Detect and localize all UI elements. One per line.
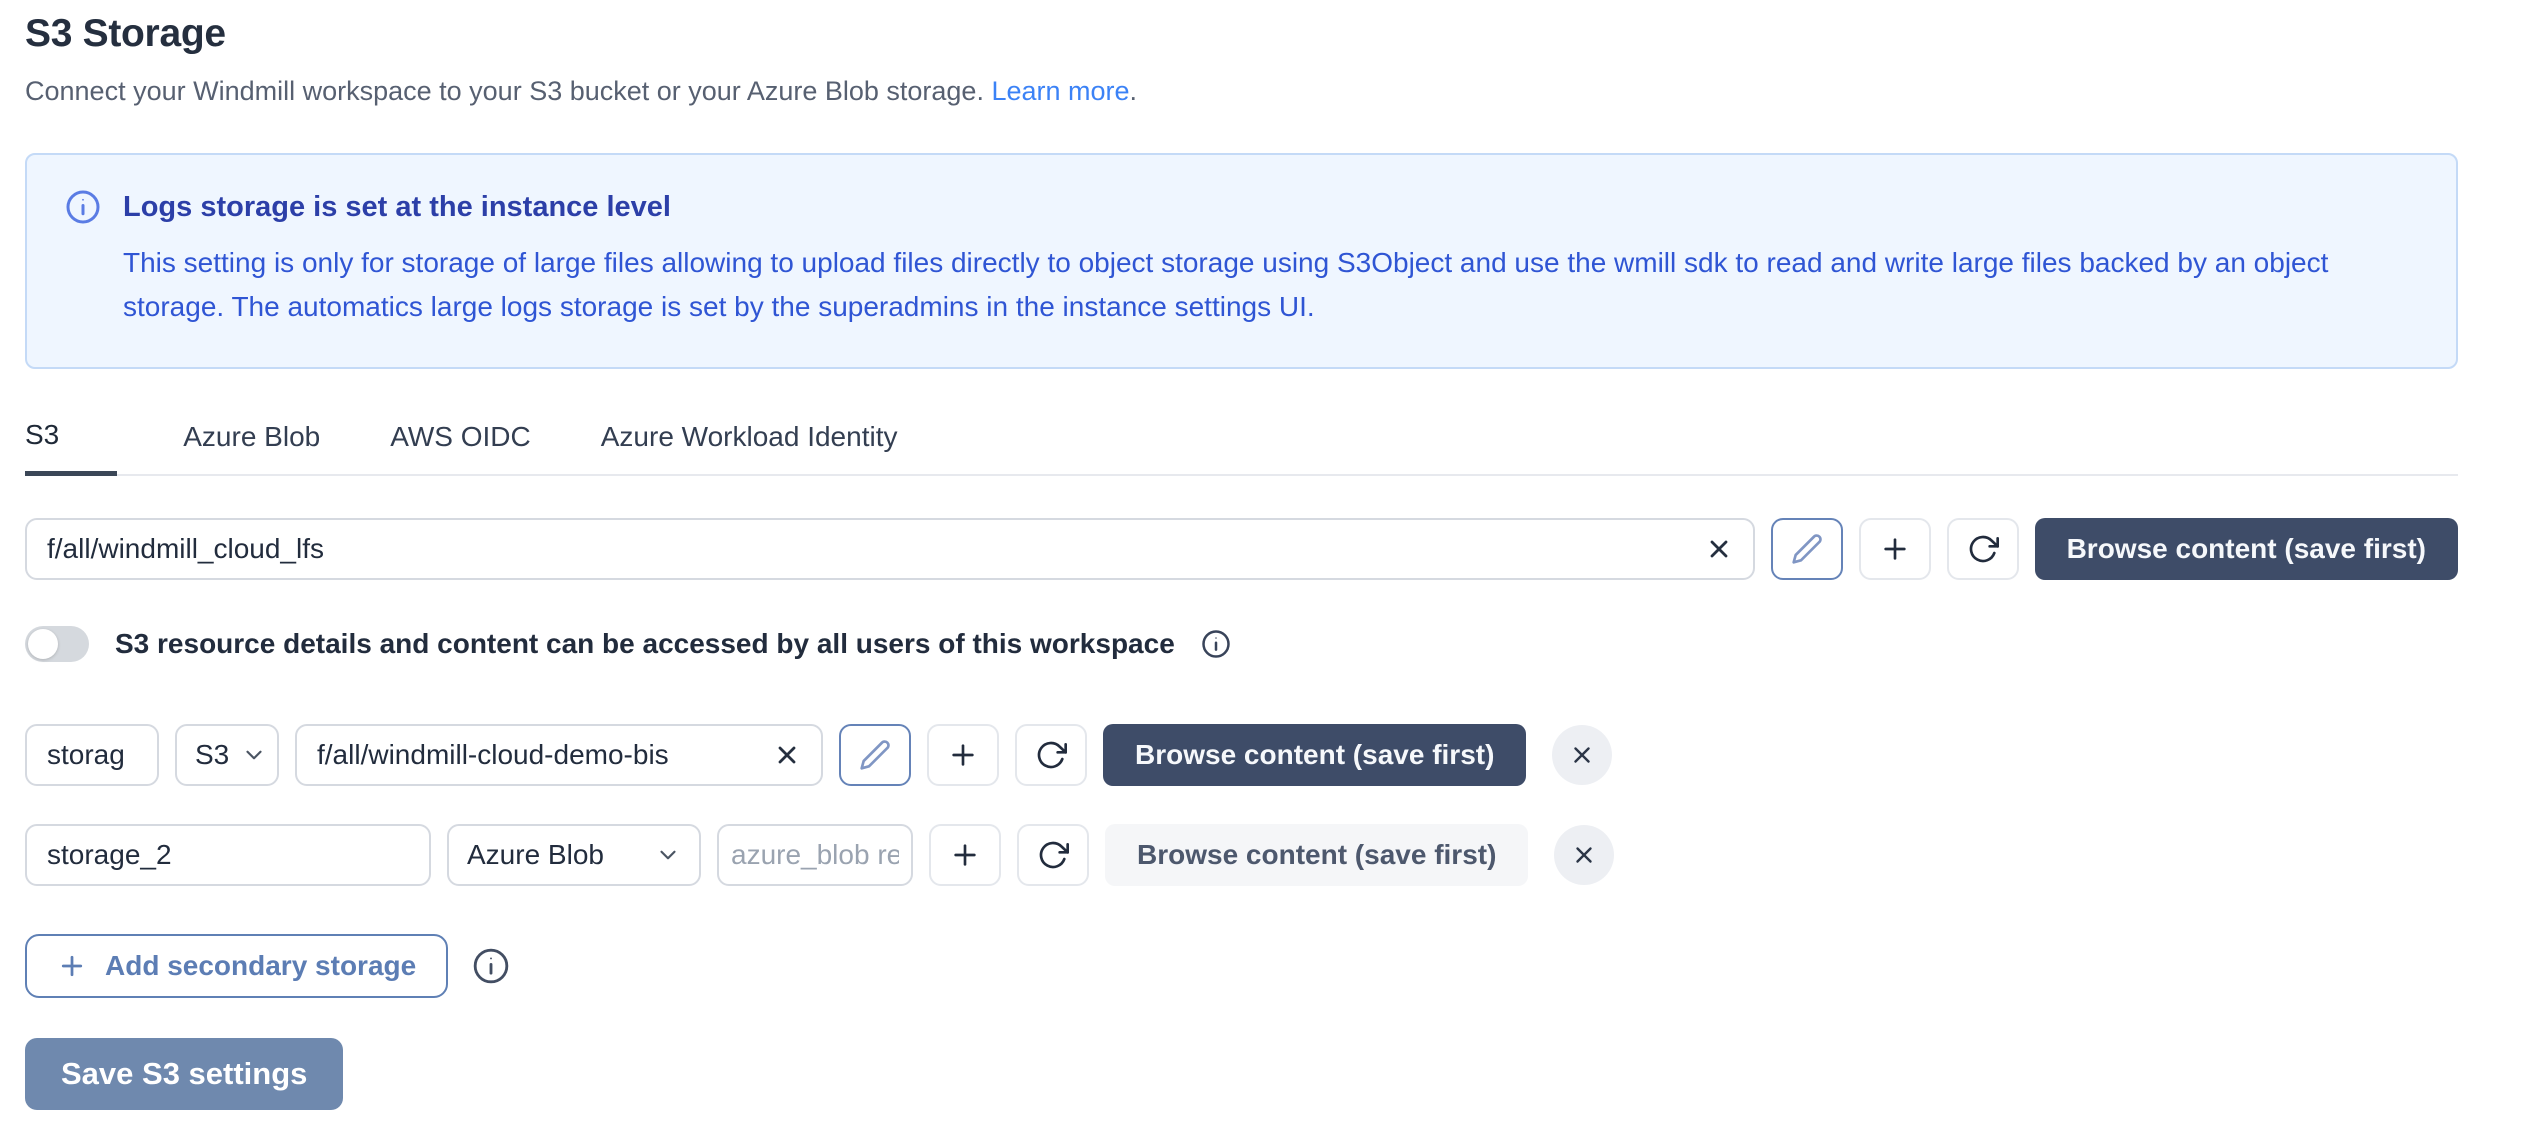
secondary-storage-row-2: Azure Blob Browse content (save first) <box>25 824 2458 886</box>
tab-azure-workload-identity[interactable]: Azure Workload Identity <box>601 419 902 474</box>
plus-icon <box>947 739 979 771</box>
plus-icon <box>1879 533 1911 565</box>
plus-icon <box>57 951 87 981</box>
edit-primary-resource-button[interactable] <box>1771 518 1843 580</box>
alert-title: Logs storage is set at the instance leve… <box>123 191 671 224</box>
pencil-icon <box>859 739 891 771</box>
secondary-1-resource-field <box>295 724 823 786</box>
x-clear-icon <box>1705 535 1733 563</box>
s3-storage-settings-page: S3 Storage Connect your Windmill workspa… <box>0 0 2530 1110</box>
tab-s3[interactable]: S3 <box>25 419 117 476</box>
description-text: Connect your Windmill workspace to your … <box>25 76 984 106</box>
toggle-knob <box>28 629 58 659</box>
alert-body: This setting is only for storage of larg… <box>123 241 2418 329</box>
storage-type-tabs: S3 Azure Blob AWS OIDC Azure Workload Id… <box>25 419 2458 476</box>
add-secondary-2-resource-button[interactable] <box>929 824 1001 886</box>
edit-secondary-1-resource-button[interactable] <box>839 724 911 786</box>
clear-secondary-1-resource-button[interactable] <box>769 737 805 773</box>
workspace-access-row: S3 resource details and content can be a… <box>25 626 2458 662</box>
refresh-icon <box>1967 533 1999 565</box>
secondary-2-name-input[interactable] <box>25 824 431 886</box>
refresh-icon <box>1037 839 1069 871</box>
remove-secondary-2-button[interactable] <box>1554 825 1614 885</box>
page-title: S3 Storage <box>25 12 2458 56</box>
x-remove-icon <box>1571 842 1597 868</box>
secondary-storage-info-icon <box>472 947 510 985</box>
clear-primary-resource-button[interactable] <box>1701 531 1737 567</box>
plus-icon <box>949 839 981 871</box>
learn-more-link[interactable]: Learn more <box>991 76 1129 106</box>
info-icon <box>65 189 101 225</box>
description-period: . <box>1130 76 1138 106</box>
secondary-storage-row-1: S3 <box>25 724 2458 786</box>
secondary-2-resource-input[interactable] <box>717 824 913 886</box>
logs-storage-alert: Logs storage is set at the instance leve… <box>25 153 2458 369</box>
secondary-1-name-input[interactable] <box>25 724 159 786</box>
secondary-2-resource-field <box>717 824 913 886</box>
browse-content-primary-button[interactable]: Browse content (save first) <box>2035 518 2458 580</box>
pencil-icon <box>1791 533 1823 565</box>
x-clear-icon <box>773 741 801 769</box>
page-description: Connect your Windmill workspace to your … <box>25 76 2458 107</box>
add-secondary-1-resource-button[interactable] <box>927 724 999 786</box>
refresh-secondary-2-resource-button[interactable] <box>1017 824 1089 886</box>
secondary-1-resource-input[interactable] <box>295 724 823 786</box>
primary-resource-input[interactable] <box>25 518 1755 580</box>
refresh-icon <box>1035 739 1067 771</box>
secondary-2-type-value: Azure Blob <box>467 839 604 871</box>
add-secondary-row: Add secondary storage <box>25 934 2458 998</box>
secondary-2-type-select[interactable]: Azure Blob <box>447 824 701 886</box>
chevron-down-icon <box>241 742 267 768</box>
workspace-access-label: S3 resource details and content can be a… <box>115 628 1175 660</box>
secondary-1-type-select[interactable]: S3 <box>175 724 279 786</box>
refresh-secondary-1-resource-button[interactable] <box>1015 724 1087 786</box>
tab-aws-oidc[interactable]: AWS OIDC <box>390 419 535 474</box>
primary-resource-field <box>25 518 1755 580</box>
add-secondary-storage-button[interactable]: Add secondary storage <box>25 934 448 998</box>
secondary-1-type-value: S3 <box>195 739 229 771</box>
primary-storage-row: Browse content (save first) <box>25 518 2458 580</box>
add-primary-resource-button[interactable] <box>1859 518 1931 580</box>
browse-content-secondary-1-button[interactable]: Browse content (save first) <box>1103 724 1526 786</box>
save-s3-settings-button[interactable]: Save S3 settings <box>25 1038 343 1110</box>
x-remove-icon <box>1569 742 1595 768</box>
browse-content-secondary-2-button[interactable]: Browse content (save first) <box>1105 824 1528 886</box>
workspace-access-toggle[interactable] <box>25 626 89 662</box>
tab-azure-blob[interactable]: Azure Blob <box>183 419 324 474</box>
remove-secondary-1-button[interactable] <box>1552 725 1612 785</box>
chevron-down-icon <box>655 842 681 868</box>
refresh-primary-resource-button[interactable] <box>1947 518 2019 580</box>
add-secondary-storage-label: Add secondary storage <box>105 950 416 982</box>
workspace-access-info-icon <box>1201 629 1231 659</box>
